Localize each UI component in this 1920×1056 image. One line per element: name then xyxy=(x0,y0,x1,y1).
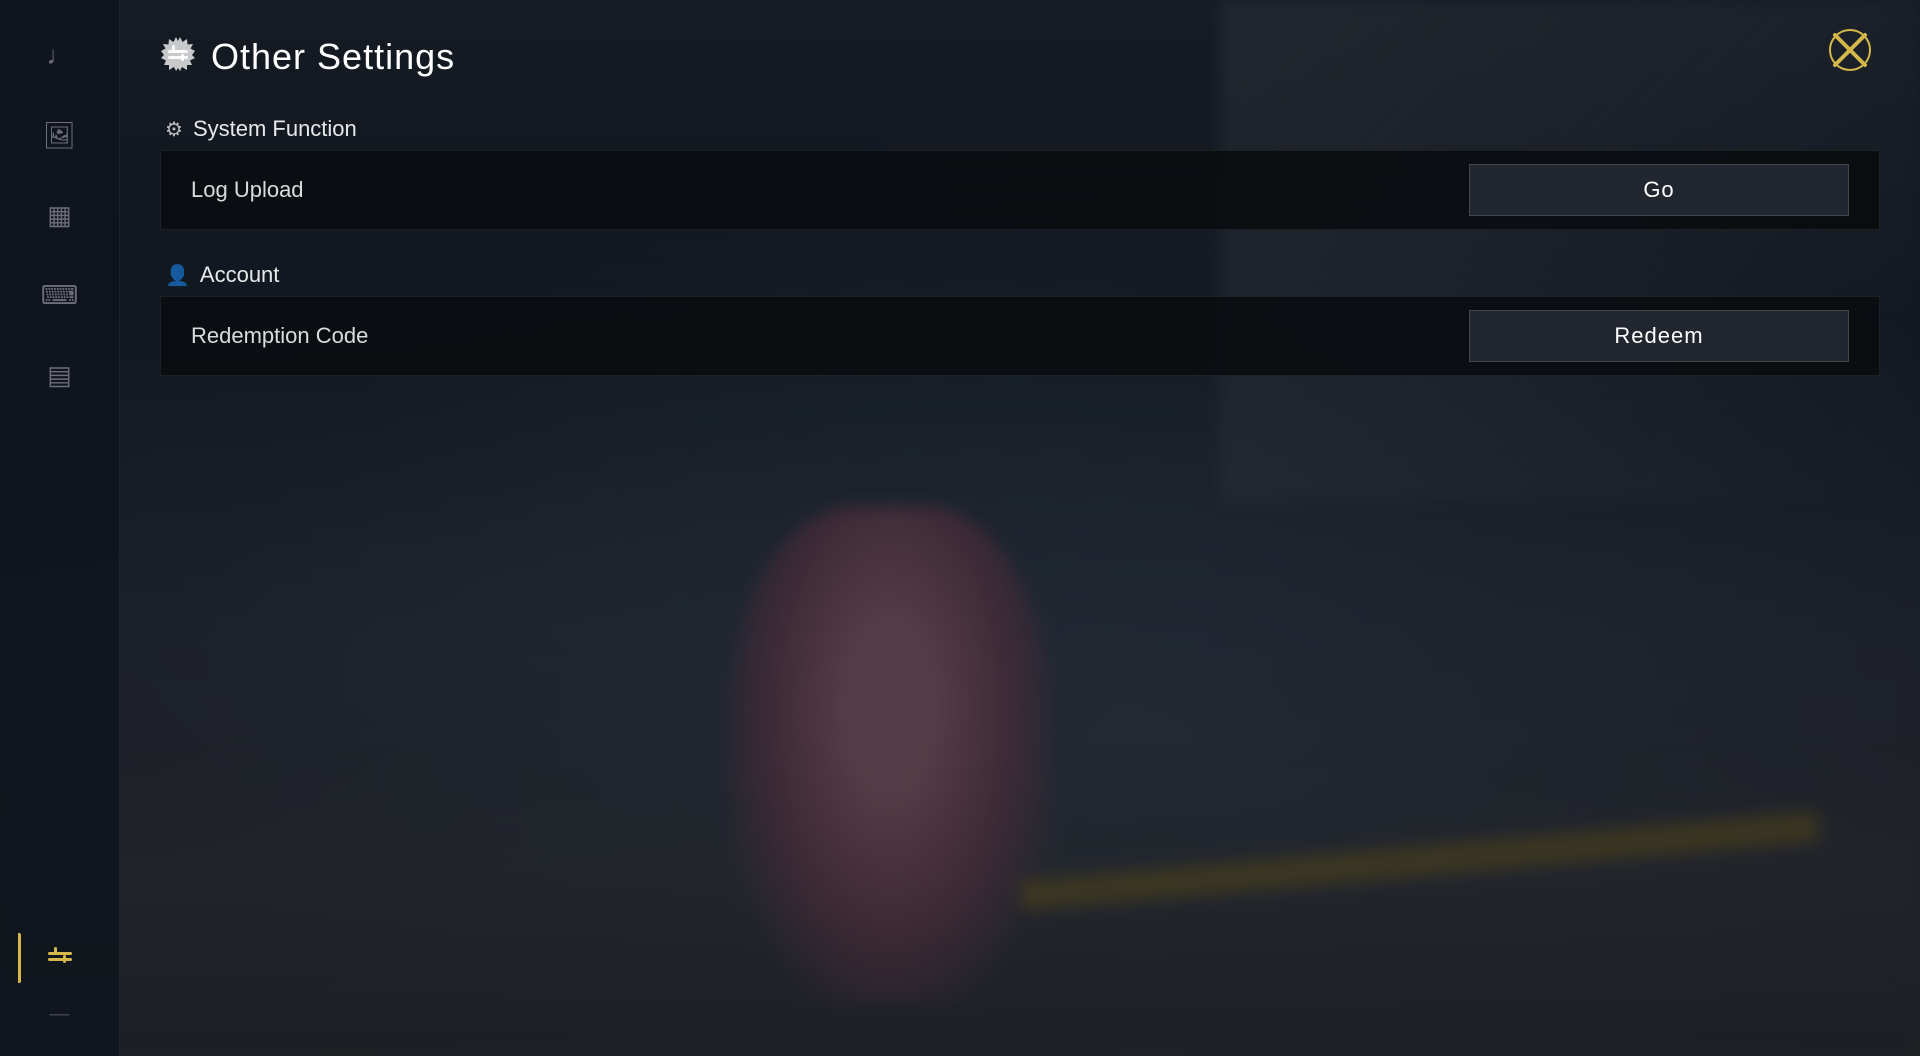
sidebar-item-gallery[interactable]: 🖼 xyxy=(20,100,100,170)
close-button[interactable] xyxy=(1820,20,1880,80)
sidebar-item-display[interactable]: ▦ xyxy=(20,180,100,250)
section-account-title: Account xyxy=(200,262,280,288)
sidebar: ♩ 🖼 ▦ ⌨ ▤ — xyxy=(0,0,120,1056)
sidebar-item-chat[interactable]: ▤ xyxy=(20,340,100,410)
log-upload-row: Log Upload Go xyxy=(160,150,1880,230)
section-account: 👤 Account Redemption Code Redeem xyxy=(160,250,1880,376)
sidebar-item-controller[interactable]: ⌨ xyxy=(20,260,100,330)
sidebar-bottom-item[interactable]: — xyxy=(50,1003,70,1026)
controller-icon: ⌨ xyxy=(41,280,79,311)
log-upload-label: Log Upload xyxy=(191,177,1469,203)
log-upload-action: Go xyxy=(1469,164,1849,216)
section-system-function: ⚙ System Function Log Upload Go xyxy=(160,104,1880,230)
gallery-icon: 🖼 xyxy=(43,120,76,151)
sidebar-item-music[interactable]: ♩ xyxy=(20,20,100,90)
section-account-header: 👤 Account xyxy=(160,250,1880,296)
chat-icon: ▤ xyxy=(47,360,72,391)
account-icon: 👤 xyxy=(165,263,190,288)
bottom-icon: — xyxy=(50,1003,70,1025)
page-title-icon xyxy=(160,35,196,79)
redemption-code-redeem-button[interactable]: Redeem xyxy=(1469,310,1849,362)
display-icon: ▦ xyxy=(47,200,72,231)
section-system-function-title: System Function xyxy=(193,116,357,142)
log-upload-go-button[interactable]: Go xyxy=(1469,164,1849,216)
system-function-icon: ⚙ xyxy=(165,117,183,142)
section-system-function-header: ⚙ System Function xyxy=(160,104,1880,150)
main-content: Other Settings ⚙ System Function Log Upl… xyxy=(120,0,1920,1056)
page-title: Other Settings xyxy=(211,36,455,78)
page-header: Other Settings xyxy=(160,20,1880,94)
redemption-code-row: Redemption Code Redeem xyxy=(160,296,1880,376)
redemption-code-label: Redemption Code xyxy=(191,323,1469,349)
sidebar-item-other[interactable] xyxy=(20,923,100,993)
redemption-code-action: Redeem xyxy=(1469,310,1849,362)
other-settings-icon xyxy=(44,939,76,978)
music-icon: ♩ xyxy=(47,40,73,71)
